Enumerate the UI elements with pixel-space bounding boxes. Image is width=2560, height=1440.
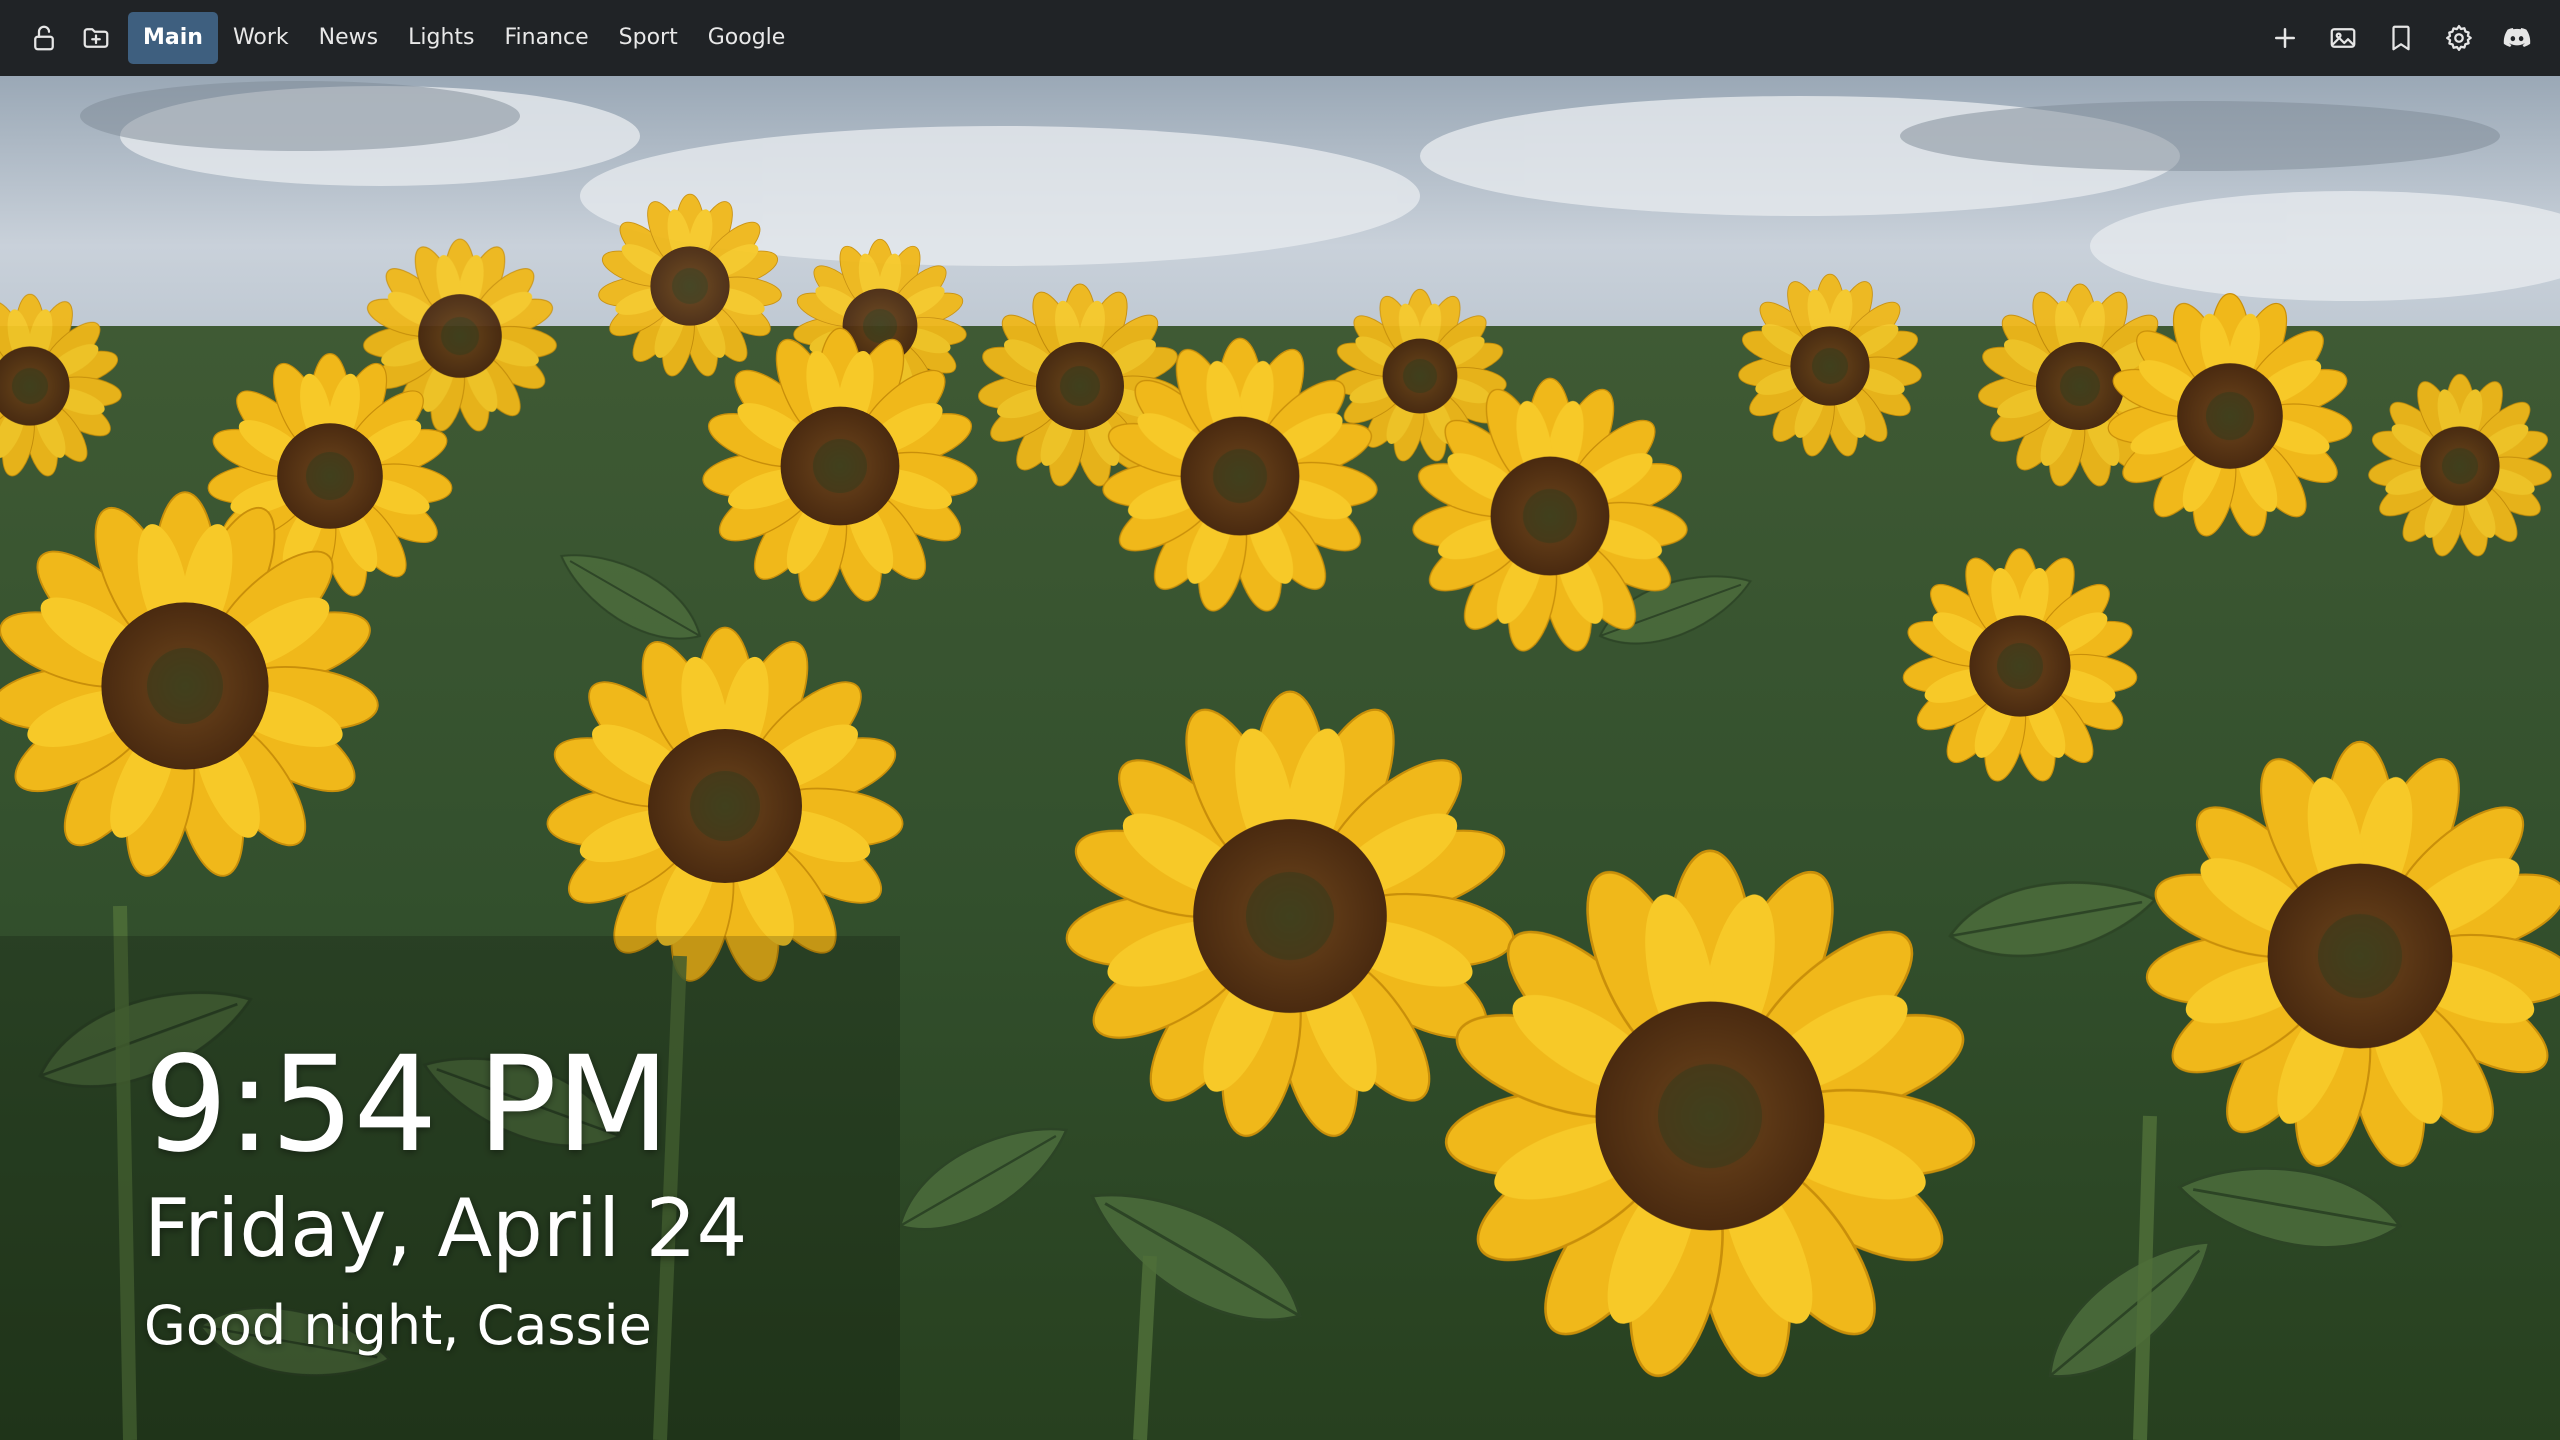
dashboard-page: Main Work News Lights Finance Sport Goog…	[0, 0, 2560, 1440]
tab-main[interactable]: Main	[128, 12, 218, 64]
clock-date: Friday, April 24	[144, 1182, 748, 1275]
tab-bar: Main Work News Lights Finance Sport Goog…	[128, 0, 800, 76]
tab-lights[interactable]: Lights	[393, 12, 489, 64]
folder-plus-icon[interactable]	[70, 12, 122, 64]
tab-finance[interactable]: Finance	[490, 12, 604, 64]
clock-time: 9:54 PM	[144, 1028, 670, 1182]
lock-icon[interactable]	[18, 12, 70, 64]
discord-icon[interactable]	[2488, 12, 2546, 64]
clock-widget: 9:54 PM Friday, April 24 Good night, Cas…	[144, 1030, 747, 1366]
top-bar-right	[2256, 0, 2546, 76]
image-icon[interactable]	[2314, 12, 2372, 64]
tab-google[interactable]: Google	[693, 12, 801, 64]
top-bar-left: Main Work News Lights Finance Sport Goog…	[18, 0, 800, 76]
greeting-text: Good night, Cassie	[144, 1294, 652, 1357]
top-bar: Main Work News Lights Finance Sport Goog…	[0, 0, 2560, 76]
plus-icon[interactable]	[2256, 12, 2314, 64]
tab-sport[interactable]: Sport	[604, 12, 693, 64]
gear-icon[interactable]	[2430, 12, 2488, 64]
bookmark-icon[interactable]	[2372, 12, 2430, 64]
tab-news[interactable]: News	[304, 12, 393, 64]
tab-work[interactable]: Work	[218, 12, 304, 64]
